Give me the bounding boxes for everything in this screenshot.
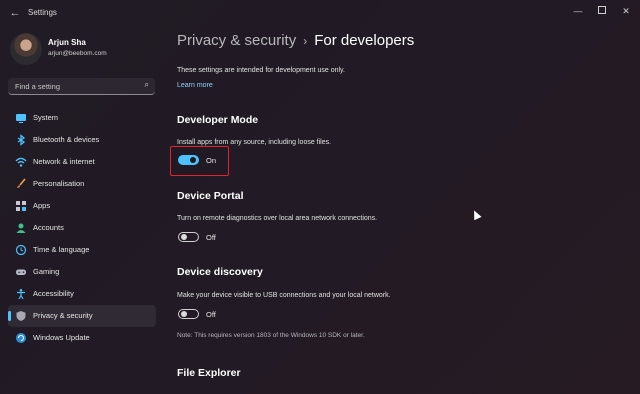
close-button[interactable]: ✕ — [615, 4, 637, 18]
maximize-button[interactable] — [591, 4, 613, 18]
sidebar-item-personalisation[interactable]: Personalisation — [8, 173, 156, 195]
page-title: For developers — [314, 32, 415, 49]
developer-mode-description: Install apps from any source, including … — [177, 139, 332, 146]
device-portal-title: Device Portal — [177, 190, 244, 202]
highlight-box — [170, 146, 229, 176]
brush-icon — [17, 178, 26, 188]
sidebar-item-windows-update[interactable]: Windows Update — [8, 327, 156, 349]
breadcrumb: Privacy & security › For developers — [177, 32, 414, 49]
sidebar-item-privacy-security[interactable]: Privacy & security — [8, 305, 156, 327]
sidebar-item-label: Personalisation — [33, 179, 85, 188]
sidebar-item-label: System — [33, 113, 59, 122]
sidebar-item-time-language[interactable]: Time & language — [8, 239, 156, 261]
sidebar-nav: System Bluetooth & devices Network & int… — [8, 107, 156, 349]
user-name: Arjun Sha — [48, 38, 86, 47]
app-title: Settings — [28, 8, 57, 17]
sidebar-item-label: Windows Update — [33, 333, 90, 342]
toggle-knob — [181, 311, 187, 317]
search-icon[interactable]: ⌕ — [145, 80, 149, 90]
maximize-icon — [598, 6, 606, 14]
sidebar-item-label: Bluetooth & devices — [33, 135, 100, 144]
bluetooth-icon — [17, 134, 26, 146]
minimize-button[interactable]: — — [567, 4, 589, 18]
breadcrumb-separator: › — [303, 34, 308, 48]
learn-more-link[interactable]: Learn more — [177, 82, 213, 89]
monitor-icon — [16, 114, 26, 123]
update-icon — [16, 333, 26, 343]
back-arrow-icon[interactable]: ← — [8, 6, 22, 20]
sidebar-item-gaming[interactable]: Gaming — [8, 261, 156, 283]
shield-icon — [16, 311, 26, 321]
breadcrumb-parent[interactable]: Privacy & security — [177, 32, 296, 49]
file-explorer-title: File Explorer — [177, 367, 241, 379]
sidebar-item-label: Network & internet — [33, 157, 95, 166]
mouse-cursor-icon — [470, 208, 482, 221]
active-indicator — [8, 311, 11, 321]
search-box[interactable]: ⌕ — [8, 78, 155, 95]
apps-icon — [16, 201, 26, 211]
wifi-icon — [15, 157, 27, 167]
device-discovery-title: Device discovery — [177, 266, 263, 278]
sidebar-item-network[interactable]: Network & internet — [8, 151, 156, 173]
user-email: arjun@beebom.com — [48, 50, 107, 57]
settings-window: ← Settings — ✕ Arjun Sha arjun@beebom.co… — [0, 0, 640, 394]
sidebar-item-accessibility[interactable]: Accessibility — [8, 283, 156, 305]
device-portal-toggle[interactable] — [178, 232, 199, 242]
globe-clock-icon — [15, 244, 27, 256]
title-bar: ← Settings — ✕ — [0, 0, 640, 26]
device-discovery-description: Make your device visible to USB connecti… — [177, 292, 391, 299]
developer-mode-title: Developer Mode — [177, 114, 259, 126]
intro-text: These settings are intended for developm… — [177, 67, 345, 74]
person-icon — [16, 223, 26, 233]
accessibility-icon — [17, 289, 25, 300]
device-discovery-note: Note: This requires version 1803 of the … — [177, 332, 365, 339]
sidebar-item-label: Accessibility — [33, 289, 74, 298]
device-discovery-toggle[interactable] — [178, 309, 199, 319]
device-portal-description: Turn on remote diagnostics over local ar… — [177, 215, 378, 222]
sidebar-item-label: Gaming — [33, 267, 60, 276]
sidebar-item-label: Apps — [33, 201, 51, 210]
gamepad-icon — [16, 269, 26, 275]
sidebar-item-bluetooth[interactable]: Bluetooth & devices — [8, 129, 156, 151]
toggle-knob — [181, 234, 187, 240]
sidebar-item-label: Time & language — [33, 245, 90, 254]
sidebar-item-accounts[interactable]: Accounts — [8, 217, 156, 239]
search-input[interactable] — [15, 80, 135, 92]
device-discovery-state: Off — [206, 310, 216, 319]
device-portal-state: Off — [206, 233, 216, 242]
sidebar-item-label: Accounts — [33, 223, 64, 232]
avatar[interactable] — [10, 33, 42, 65]
sidebar-item-apps[interactable]: Apps — [8, 195, 156, 217]
sidebar-item-system[interactable]: System — [8, 107, 156, 129]
sidebar-item-label: Privacy & security — [33, 311, 93, 320]
